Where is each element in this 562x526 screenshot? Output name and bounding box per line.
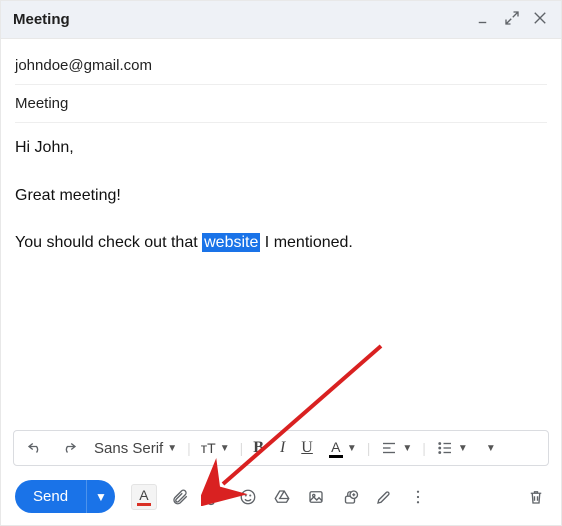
caret-icon: ▼ — [486, 443, 496, 454]
tool-icons: A — [131, 484, 429, 510]
caret-icon: ▼ — [220, 443, 230, 454]
caret-icon: ▼ — [347, 443, 357, 454]
send-group: Send ▼ — [15, 480, 115, 513]
underline-button[interactable]: U — [295, 435, 319, 461]
body-line2-post: I mentioned. — [260, 234, 353, 251]
minimize-icon[interactable] — [475, 9, 493, 31]
send-button[interactable]: Send — [15, 480, 86, 513]
align-button[interactable]: ▼ — [374, 435, 418, 461]
expand-icon[interactable] — [503, 9, 521, 31]
discard-icon[interactable] — [525, 486, 547, 508]
attach-icon[interactable] — [169, 486, 191, 508]
caret-icon: ▼ — [402, 443, 412, 454]
body-line2-pre: You should check out that — [15, 234, 202, 251]
more-format-button[interactable]: ▼ — [478, 439, 502, 458]
italic-button[interactable]: I — [274, 435, 291, 461]
titlebar: Meeting — [1, 1, 561, 39]
subject-field[interactable]: Meeting — [15, 85, 547, 123]
bottom-toolbar: Send ▼ A — [1, 472, 561, 525]
compose-window: Meeting johndoe@gmail.com Meeting Hi Joh… — [0, 0, 562, 526]
drive-icon[interactable] — [271, 486, 293, 508]
format-toolbar: Sans Serif▼ | тT▼ | B I U A▼ | ▼ | ▼ ▼ — [13, 430, 549, 466]
bold-button[interactable]: B — [247, 435, 270, 461]
body-line1: Great meeting! — [15, 183, 547, 209]
font-size-button[interactable]: тT▼ — [195, 436, 236, 460]
image-icon[interactable] — [305, 486, 327, 508]
caret-icon: ▼ — [458, 443, 468, 454]
link-icon[interactable] — [203, 486, 225, 508]
font-family-select[interactable]: Sans Serif▼ — [88, 438, 183, 459]
caret-icon: ▼ — [167, 443, 177, 454]
header-fields: johndoe@gmail.com Meeting — [1, 39, 561, 123]
more-icon[interactable] — [407, 486, 429, 508]
signature-icon[interactable] — [373, 486, 395, 508]
to-field[interactable]: johndoe@gmail.com — [15, 47, 547, 85]
confidential-icon[interactable] — [339, 486, 361, 508]
close-icon[interactable] — [531, 9, 549, 31]
undo-button[interactable] — [20, 435, 50, 461]
redo-button[interactable] — [54, 435, 84, 461]
body-line2-highlight[interactable]: website — [202, 233, 260, 252]
text-color-button[interactable]: A▼ — [323, 435, 363, 462]
window-controls — [475, 9, 549, 31]
emoji-icon[interactable] — [237, 486, 259, 508]
list-button[interactable]: ▼ — [430, 435, 474, 461]
format-toggle-button[interactable]: A — [131, 484, 157, 510]
body-line2: You should check out that website I ment… — [15, 230, 547, 256]
body-editor[interactable]: Hi John, Great meeting! You should check… — [1, 123, 561, 430]
window-title: Meeting — [13, 11, 70, 28]
send-options-button[interactable]: ▼ — [86, 480, 115, 513]
body-greeting: Hi John, — [15, 135, 547, 161]
